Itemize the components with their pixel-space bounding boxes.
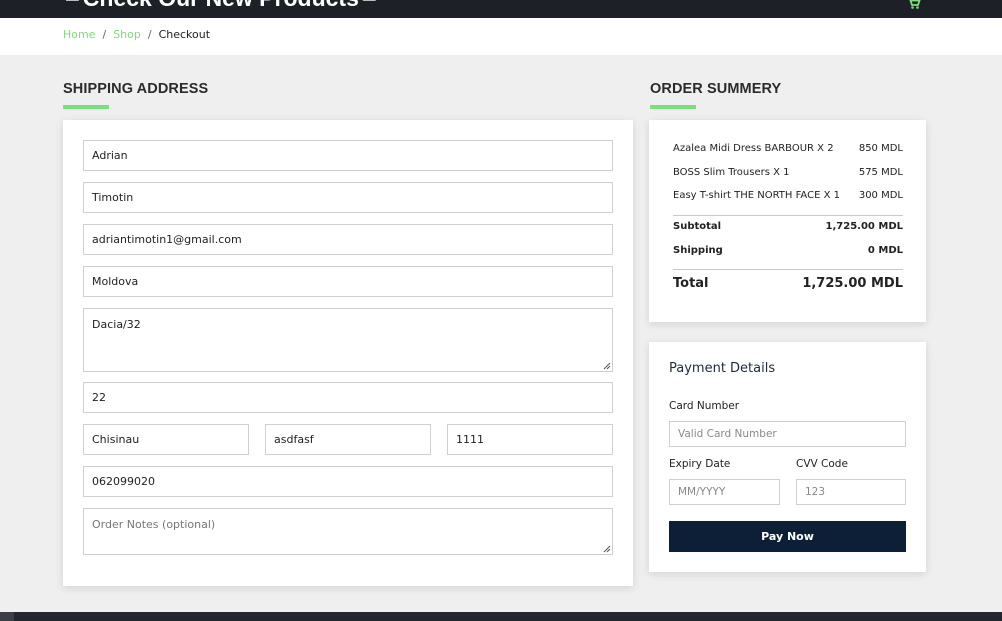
zip-field[interactable]: 1111 xyxy=(447,424,613,455)
summary-item-price: 850 MDL xyxy=(858,143,903,154)
last-name-field[interactable]: Timotin xyxy=(83,182,613,213)
total-label: Total xyxy=(673,276,709,291)
resize-handle-icon[interactable] xyxy=(603,362,611,370)
phone-field[interactable]: 062099020 xyxy=(83,466,613,497)
summary-divider xyxy=(673,269,903,270)
country-field[interactable]: Moldova xyxy=(83,266,613,297)
subtotal-row: Subtotal 1,725.00 MDL xyxy=(673,221,903,232)
payment-details-heading: Payment Details xyxy=(669,361,776,376)
email-field[interactable]: adriantimotin1@gmail.com xyxy=(83,224,613,255)
shipping-cost-row: Shipping 0 MDL xyxy=(673,245,903,256)
summary-item: Azalea Midi Dress BARBOUR X 2 850 MDL xyxy=(673,143,903,154)
breadcrumb-home[interactable]: Home xyxy=(63,28,95,41)
subtotal-label: Subtotal xyxy=(673,221,722,232)
shipping-form-card: Adrian Timotin adriantimotin1@gmail.com … xyxy=(63,120,633,586)
first-name-field[interactable]: Adrian xyxy=(83,140,613,171)
breadcrumb: Home / Shop / Checkout xyxy=(63,28,210,41)
summary-item-name: Easy T-shirt THE NORTH FACE X 1 xyxy=(673,190,840,201)
hero-title: –Check Our New Products– xyxy=(62,0,380,12)
card-number-label: Card Number xyxy=(669,400,740,412)
payment-details-card: Payment Details Card Number Valid Card N… xyxy=(649,342,926,572)
summary-divider xyxy=(673,215,903,216)
expiry-date-input[interactable]: MM/YYYY xyxy=(669,479,780,505)
summary-item-price: 300 MDL xyxy=(858,190,903,201)
state-field[interactable]: asdfasf xyxy=(265,424,431,455)
shipping-cost-value: 0 MDL xyxy=(867,245,903,256)
address-textarea[interactable]: Dacia/32 xyxy=(83,308,613,372)
cart-icon[interactable] xyxy=(907,0,921,10)
order-summary-underline xyxy=(650,105,696,109)
cvv-code-label: CVV Code xyxy=(796,458,848,470)
top-banner: –Check Our New Products– xyxy=(0,0,1002,18)
order-summary-title: ORDER SUMMERY xyxy=(650,81,782,97)
hero-title-text: Check Our New Products xyxy=(83,0,359,11)
order-notes-textarea[interactable]: Order Notes (optional) xyxy=(83,508,613,555)
summary-item: BOSS Slim Trousers X 1 575 MDL xyxy=(673,167,903,178)
summary-item-name: BOSS Slim Trousers X 1 xyxy=(673,167,790,178)
summary-item-name: Azalea Midi Dress BARBOUR X 2 xyxy=(673,143,834,154)
shipping-title-underline xyxy=(63,105,109,109)
summary-item: Easy T-shirt THE NORTH FACE X 1 300 MDL xyxy=(673,190,903,201)
shipping-address-title: SHIPPING ADDRESS xyxy=(63,81,209,97)
apartment-field[interactable]: 22 xyxy=(83,382,613,413)
summary-item-price: 575 MDL xyxy=(858,167,903,178)
address-value: Dacia/32 xyxy=(92,318,141,331)
total-value: 1,725.00 MDL xyxy=(802,276,903,291)
pay-now-button[interactable]: Pay Now xyxy=(669,521,906,552)
total-row: Total 1,725.00 MDL xyxy=(673,276,903,291)
breadcrumb-separator: / xyxy=(147,28,152,41)
footer-strip xyxy=(0,612,1002,621)
shipping-cost-label: Shipping xyxy=(673,245,723,256)
breadcrumb-bar: Home / Shop / Checkout xyxy=(0,18,1002,55)
breadcrumb-shop[interactable]: Shop xyxy=(113,28,141,41)
order-summary-card: Azalea Midi Dress BARBOUR X 2 850 MDL BO… xyxy=(649,120,926,322)
breadcrumb-current: Checkout xyxy=(158,28,211,41)
resize-handle-icon[interactable] xyxy=(603,545,611,553)
card-number-input[interactable]: Valid Card Number xyxy=(669,421,906,447)
subtotal-value: 1,725.00 MDL xyxy=(825,221,903,232)
breadcrumb-separator: / xyxy=(102,28,107,41)
expiry-date-label: Expiry Date xyxy=(669,458,731,470)
city-field[interactable]: Chisinau xyxy=(83,424,249,455)
order-notes-placeholder: Order Notes (optional) xyxy=(92,518,216,531)
cvv-code-input[interactable]: 123 xyxy=(796,479,906,505)
footer-edge xyxy=(0,612,14,621)
